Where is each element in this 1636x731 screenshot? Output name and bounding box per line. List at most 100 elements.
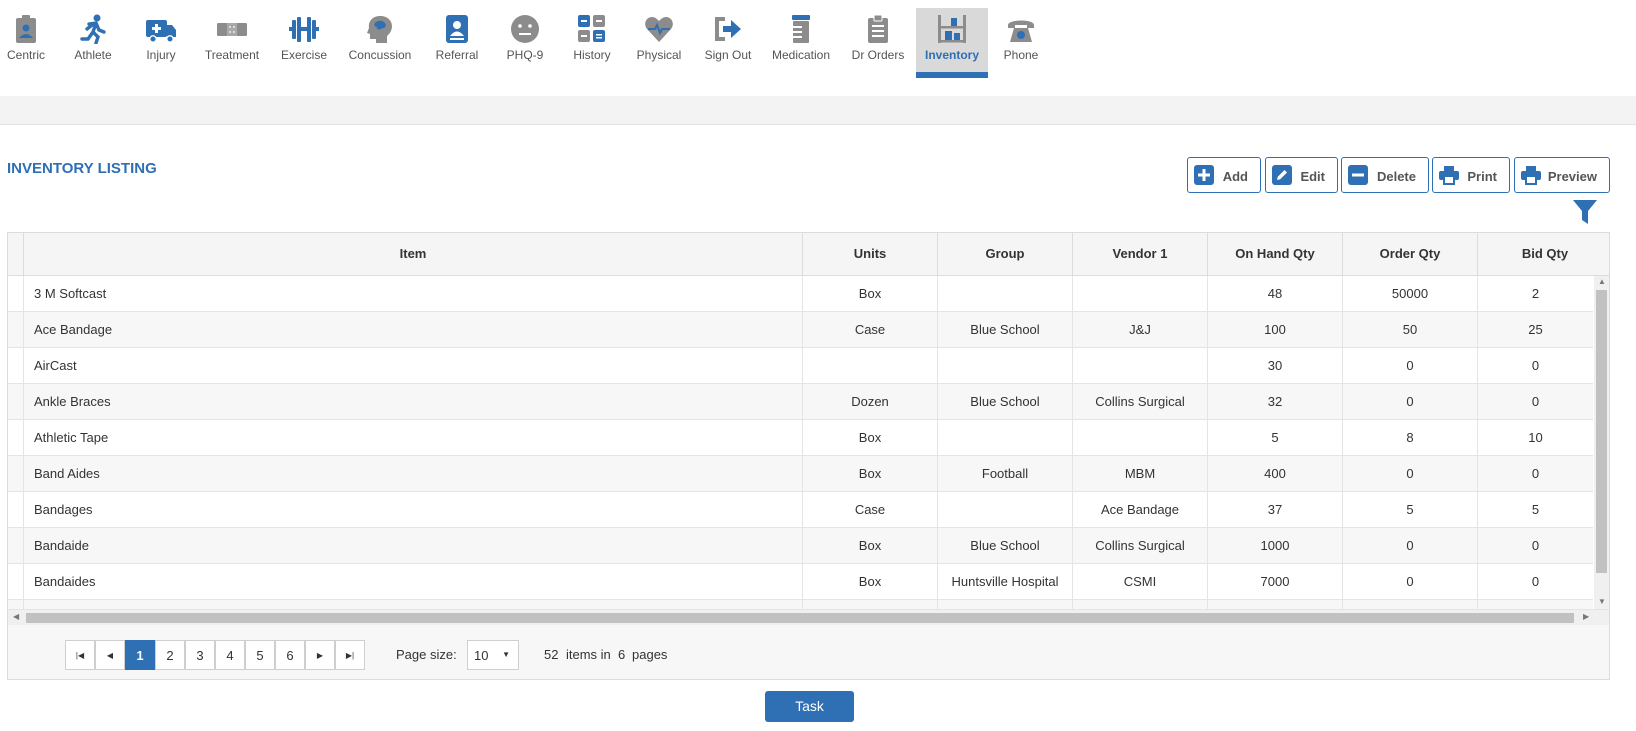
clipboard-list-icon: [868, 14, 888, 43]
page-button[interactable]: 3: [185, 640, 215, 670]
table-cell: Blue School: [937, 312, 1072, 348]
add-button[interactable]: Add: [1187, 157, 1261, 193]
preview-button[interactable]: Preview: [1514, 157, 1610, 193]
column-header-order-qty[interactable]: Order Qty: [1342, 233, 1477, 275]
delete-button[interactable]: Delete: [1341, 157, 1429, 193]
delete-button-label: Delete: [1376, 169, 1416, 184]
scroll-down-icon[interactable]: ▼: [1598, 597, 1606, 606]
table-cell: 50: [1342, 312, 1477, 348]
table-row[interactable]: BandaidsBoxBlue School15000: [8, 600, 1593, 609]
nav-label: Physical: [636, 48, 682, 62]
row-selector[interactable]: [8, 276, 23, 312]
page-button[interactable]: 4: [215, 640, 245, 670]
calculator-icon: [578, 15, 605, 42]
nav-item-athlete[interactable]: Athlete: [66, 8, 120, 78]
table-row[interactable]: 3 M Softcast Box 48 50000 2: [8, 276, 1593, 312]
table-cell: Box: [802, 456, 937, 492]
column-header-item[interactable]: Item: [23, 233, 802, 275]
horizontal-scroll-thumb[interactable]: [26, 613, 1574, 623]
table-cell: MBM: [1072, 456, 1207, 492]
column-header-group[interactable]: Group: [937, 233, 1072, 275]
nav-item-history[interactable]: History: [567, 8, 617, 78]
print-button[interactable]: Print: [1432, 157, 1510, 193]
print-button-label: Print: [1467, 169, 1497, 184]
horizontal-scrollbar[interactable]: ◀ ▶: [8, 609, 1609, 625]
nav-item-physical[interactable]: Physical: [632, 8, 686, 78]
row-selector[interactable]: [8, 420, 23, 456]
table-row[interactable]: Band Aides Box Football MBM 400 0 0: [8, 456, 1593, 492]
table-row[interactable]: Bandaide Box Blue School Collins Surgical 10…: [8, 528, 1593, 564]
table-cell: 25: [1477, 312, 1593, 348]
first-page-button[interactable]: |◀: [65, 640, 95, 670]
edit-button[interactable]: Edit: [1265, 157, 1338, 193]
nav-item-dr-orders[interactable]: Dr Orders: [848, 8, 908, 78]
column-header-bid-qty[interactable]: Bid Qty: [1477, 233, 1612, 275]
total-items: 52: [544, 647, 559, 662]
scroll-right-icon[interactable]: ▶: [1583, 612, 1589, 621]
printer-preview-icon: [1521, 166, 1541, 185]
column-header-units[interactable]: Units: [802, 233, 937, 275]
table-row[interactable]: Ankle Braces Dozen Blue School Collins Surg…: [8, 384, 1593, 420]
row-selector[interactable]: [8, 312, 23, 348]
table-cell: 50000: [1342, 276, 1477, 312]
scroll-left-icon[interactable]: ◀: [13, 612, 19, 621]
table-cell: 3 M Softcast: [23, 276, 802, 312]
table-cell: 5: [1207, 420, 1342, 456]
nav-item-phq9[interactable]: PHQ-9: [500, 8, 550, 78]
row-selector[interactable]: [8, 600, 23, 609]
filter-icon[interactable]: [1572, 199, 1598, 225]
table-row[interactable]: Ace Bandage Case Blue School J&J 100 50 25: [8, 312, 1593, 348]
row-selector[interactable]: [8, 384, 23, 420]
table-cell: 400: [1207, 456, 1342, 492]
table-cell: Bandaides: [23, 564, 802, 600]
nav-item-centric[interactable]: Centric: [0, 8, 52, 78]
table-cell: 0: [1477, 348, 1593, 384]
last-page-button[interactable]: ▶|: [335, 640, 365, 670]
row-selector[interactable]: [8, 492, 23, 528]
page-button[interactable]: 6: [275, 640, 305, 670]
column-header-vendor[interactable]: Vendor 1: [1072, 233, 1207, 275]
table-row[interactable]: Athletic Tape Box 5 8 10: [8, 420, 1593, 456]
row-selector[interactable]: [8, 528, 23, 564]
column-header-on-hand-qty[interactable]: On Hand Qty: [1207, 233, 1342, 275]
table-cell: 0: [1477, 384, 1593, 420]
nav-item-injury[interactable]: Injury: [135, 8, 187, 78]
scroll-up-icon[interactable]: ▲: [1598, 277, 1606, 286]
table-cell: 0: [1342, 456, 1477, 492]
nav-item-phone[interactable]: Phone: [996, 8, 1046, 78]
next-page-button[interactable]: ▶: [305, 640, 335, 670]
row-selector[interactable]: [8, 348, 23, 384]
nav-item-inventory[interactable]: Inventory: [916, 8, 988, 78]
table-cell: Ace Bandage: [23, 312, 802, 348]
page-button[interactable]: 5: [245, 640, 275, 670]
nav-item-treatment[interactable]: Treatment: [200, 8, 264, 78]
nav-label: History: [573, 48, 611, 62]
table-cell: 10: [1477, 420, 1593, 456]
row-selector[interactable]: [8, 456, 23, 492]
dumbbell-icon: [289, 17, 319, 42]
vertical-scrollbar[interactable]: ▲ ▼: [1594, 276, 1609, 609]
table-row[interactable]: Bandaides Box Huntsville Hospital CSMI 7000 0…: [8, 564, 1593, 600]
table-cell: 32: [1207, 384, 1342, 420]
row-selector[interactable]: [8, 564, 23, 600]
nav-item-concussion[interactable]: Concussion: [345, 8, 415, 78]
page-button[interactable]: 2: [155, 640, 185, 670]
nav-label: Phone: [1003, 48, 1039, 62]
table-cell: 5: [1477, 492, 1593, 528]
table-row[interactable]: Bandages Case Ace Bandage 37 5 5: [8, 492, 1593, 528]
page-button[interactable]: 1: [125, 640, 155, 670]
table-row[interactable]: AirCast 30 0 0: [8, 348, 1593, 384]
head-brain-icon: [367, 16, 392, 43]
prev-page-button[interactable]: ◀: [95, 640, 125, 670]
nav-item-referral[interactable]: Referral: [429, 8, 485, 78]
nav-item-medication[interactable]: Medication: [770, 8, 832, 78]
table-cell: 0: [1342, 600, 1477, 609]
face-icon: [511, 15, 539, 43]
vertical-scroll-thumb[interactable]: [1596, 290, 1607, 573]
table-cell: Band Aides: [23, 456, 802, 492]
task-button[interactable]: Task: [765, 691, 854, 722]
nav-item-sign-out[interactable]: Sign Out: [702, 8, 754, 78]
prescription-bottle-icon: [792, 15, 810, 43]
page-size-select[interactable]: 10 ▼: [467, 640, 519, 670]
nav-item-exercise[interactable]: Exercise: [278, 8, 330, 78]
